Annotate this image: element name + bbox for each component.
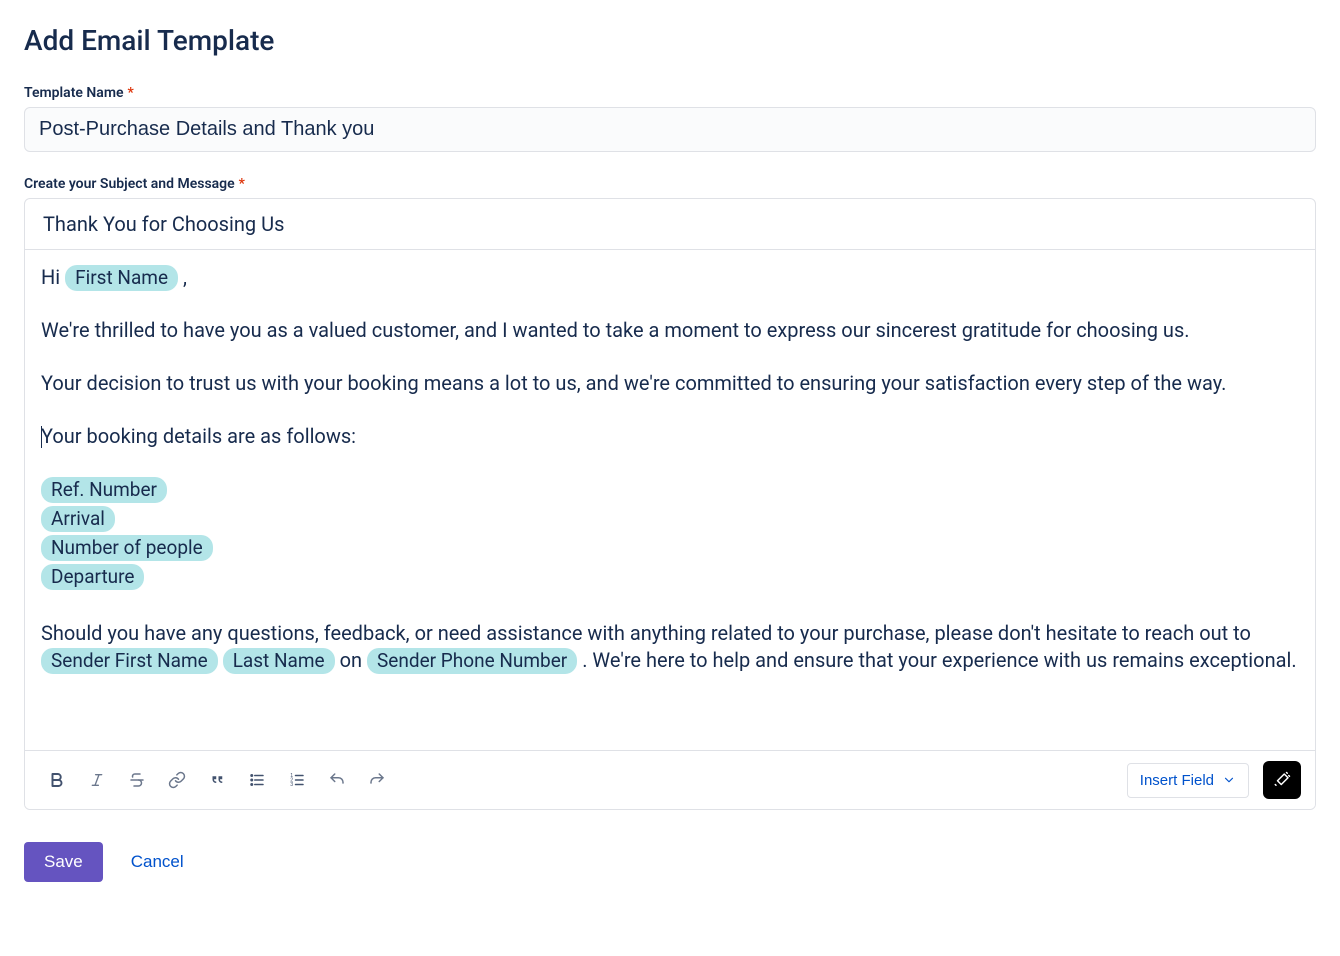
para-1: We're thrilled to have you as a valued c… — [41, 317, 1299, 344]
token-number-of-people[interactable]: Number of people — [41, 535, 213, 561]
ordered-list-icon: 123 — [288, 771, 306, 789]
token-last-name[interactable]: Last Name — [223, 648, 335, 674]
token-ref-number[interactable]: Ref. Number — [41, 477, 167, 503]
undo-icon — [328, 771, 346, 789]
bullet-list-icon — [248, 771, 266, 789]
message-body[interactable]: Hi First Name , We're thrilled to have y… — [25, 250, 1315, 750]
undo-button[interactable] — [319, 762, 355, 798]
bullet-list-button[interactable] — [239, 762, 275, 798]
insert-field-label: Insert Field — [1140, 772, 1214, 789]
greeting-prefix: Hi — [41, 265, 65, 289]
editor-toolbar: 123 Insert Field — [25, 750, 1315, 809]
save-button[interactable]: Save — [24, 842, 103, 882]
template-name-input[interactable] — [24, 107, 1316, 152]
magic-wand-button[interactable] — [1263, 761, 1301, 799]
subject-input[interactable] — [41, 211, 1299, 237]
editor-container: Hi First Name , We're thrilled to have y… — [24, 198, 1316, 810]
subject-message-label: Create your Subject and Message* — [24, 176, 1316, 192]
svg-text:3: 3 — [290, 782, 293, 788]
italic-button[interactable] — [79, 762, 115, 798]
closing-paragraph: Should you have any questions, feedback,… — [41, 620, 1299, 674]
token-sender-phone[interactable]: Sender Phone Number — [367, 648, 577, 674]
token-sender-first-name[interactable]: Sender First Name — [41, 648, 218, 674]
link-icon — [168, 771, 186, 789]
strikethrough-button[interactable] — [119, 762, 155, 798]
quote-button[interactable] — [199, 762, 235, 798]
redo-icon — [368, 771, 386, 789]
template-name-label: Template Name* — [24, 85, 1316, 101]
cancel-button[interactable]: Cancel — [131, 852, 184, 872]
token-arrival[interactable]: Arrival — [41, 506, 115, 532]
footer-actions: Save Cancel — [24, 842, 1316, 882]
para-3: Your booking details are as follows: — [41, 423, 1299, 450]
page-title: Add Email Template — [24, 24, 1316, 57]
subject-row — [25, 199, 1315, 250]
required-asterisk: * — [128, 85, 134, 101]
token-departure[interactable]: Departure — [41, 564, 144, 590]
magic-wand-icon — [1273, 771, 1291, 789]
link-button[interactable] — [159, 762, 195, 798]
quote-icon — [208, 771, 226, 789]
greeting-suffix: , — [178, 265, 187, 289]
para-2: Your decision to trust us with your book… — [41, 370, 1299, 397]
strikethrough-icon — [128, 771, 146, 789]
redo-button[interactable] — [359, 762, 395, 798]
insert-field-button[interactable]: Insert Field — [1127, 763, 1249, 798]
required-asterisk: * — [239, 176, 245, 192]
bold-icon — [48, 771, 66, 789]
chevron-down-icon — [1222, 773, 1236, 787]
ordered-list-button[interactable]: 123 — [279, 762, 315, 798]
token-first-name[interactable]: First Name — [65, 265, 178, 291]
italic-icon — [89, 772, 105, 788]
bold-button[interactable] — [39, 762, 75, 798]
